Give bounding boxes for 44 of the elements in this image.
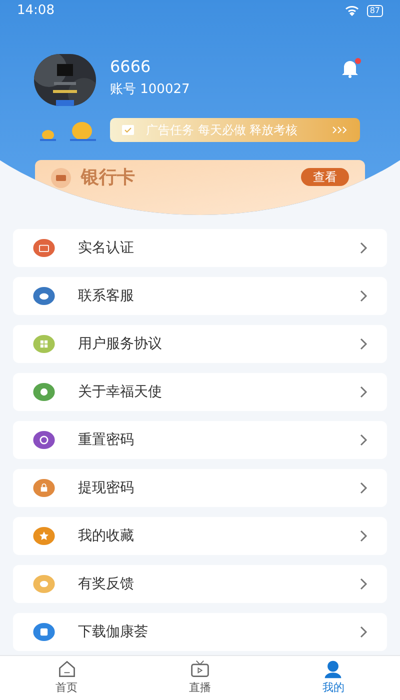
view-button[interactable]: 查看 xyxy=(301,168,349,186)
menu-item[interactable]: 提现密码 xyxy=(13,469,387,507)
chevron-right-icon xyxy=(360,242,368,254)
menu-item[interactable]: 关于幸福天使 xyxy=(13,373,387,411)
bank-card[interactable]: 银行卡 查看 xyxy=(35,160,365,215)
wifi-icon xyxy=(344,6,359,16)
menu-label: 提现密码 xyxy=(78,478,134,498)
bank-card-title: 银行卡 xyxy=(81,168,135,188)
menu-label: 我的收藏 xyxy=(78,526,134,546)
tv-icon xyxy=(188,659,211,680)
menu-item[interactable]: 有奖反馈 xyxy=(13,565,387,603)
chevron-right-icon xyxy=(360,482,368,494)
tab[interactable]: 我的 xyxy=(266,656,400,700)
menu-label: 下载伽康荟 xyxy=(78,622,148,642)
chevron-right-icon xyxy=(360,578,368,590)
tab[interactable]: 首页 xyxy=(0,656,134,700)
menu-label: 关于幸福天使 xyxy=(78,382,162,402)
chevron-right-icon xyxy=(360,338,368,350)
menu-item[interactable]: 联系客服 xyxy=(13,277,387,315)
calendar-icon xyxy=(122,124,134,135)
notification-bell-icon[interactable] xyxy=(340,58,360,78)
chevrons-icon xyxy=(332,126,348,134)
menu-item[interactable]: 下载伽康荟 xyxy=(13,613,387,651)
menu-item[interactable]: 我的收藏 xyxy=(13,517,387,555)
menu-label: 联系客服 xyxy=(78,286,134,306)
menu-item[interactable]: 用户服务协议 xyxy=(13,325,387,363)
user-name: 6666 xyxy=(110,56,152,78)
menu-item[interactable]: 重置密码 xyxy=(13,421,387,459)
chevron-right-icon xyxy=(360,434,368,446)
menu-label: 用户服务协议 xyxy=(78,334,162,354)
banner-text: 广告任务 每天必做 释放考核 xyxy=(146,122,298,139)
menu-label: 重置密码 xyxy=(78,430,134,450)
chevron-right-icon xyxy=(360,530,368,542)
account-number: 账号 100027 xyxy=(110,80,190,99)
menu-label: 实名认证 xyxy=(78,238,134,258)
menu-label: 有奖反馈 xyxy=(78,574,134,594)
card-icon xyxy=(51,168,71,188)
chevron-right-icon xyxy=(360,626,368,638)
menu-item[interactable]: 实名认证 xyxy=(13,229,387,267)
battery-indicator: 87 xyxy=(366,4,383,17)
status-time: 14:08 xyxy=(17,2,54,20)
chevron-right-icon xyxy=(360,386,368,398)
chevron-right-icon xyxy=(360,290,368,302)
tab[interactable]: 直播 xyxy=(133,656,267,700)
